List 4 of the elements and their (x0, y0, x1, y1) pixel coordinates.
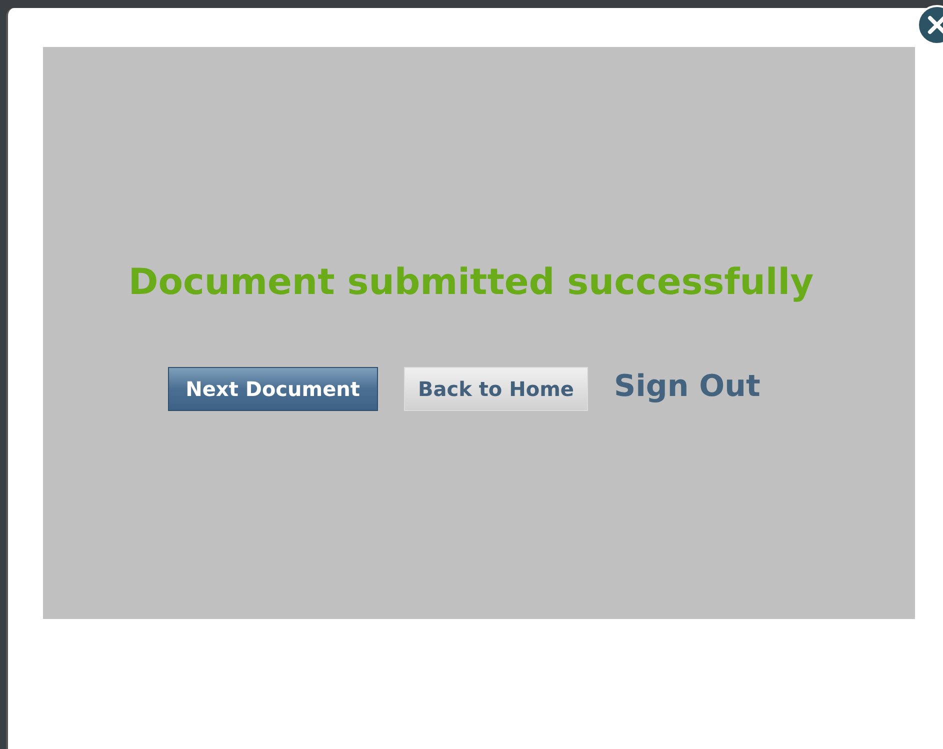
home-button[interactable]: Back to Home (404, 367, 588, 411)
next-document-button[interactable]: Next Document (168, 367, 378, 411)
sign-out-link[interactable]: Sign Out (614, 368, 760, 404)
success-message: Document submitted successfully (128, 262, 814, 303)
